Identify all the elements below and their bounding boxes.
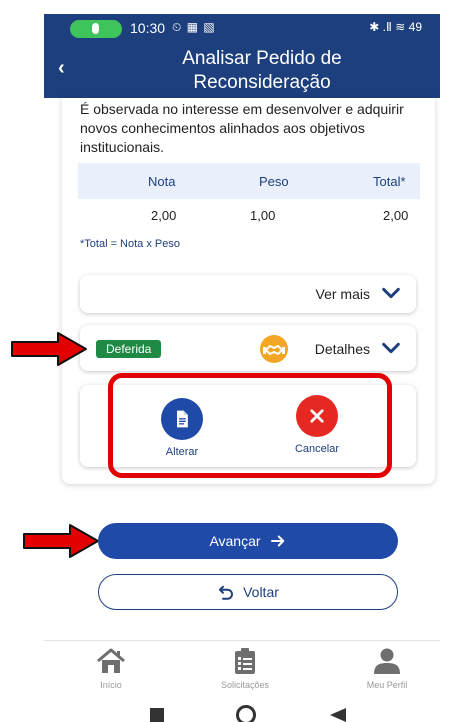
value-total: 2,00 (383, 208, 409, 223)
avancar-label: Avançar (209, 533, 261, 549)
chevron-down-icon (382, 342, 400, 354)
annotation-arrow-icon (23, 524, 99, 558)
avancar-button[interactable]: Avançar (98, 523, 398, 559)
nav-label-solicitacoes: Solicitações (220, 680, 270, 690)
home-icon (66, 648, 156, 674)
annotation-arrow-icon (11, 332, 87, 366)
notification-icons: ⏲ ▦ ▧ (172, 20, 216, 34)
value-peso: 1,00 (250, 208, 276, 223)
handshake-icon (260, 335, 288, 363)
nav-item-meu-perfil[interactable]: Meu Perfil (342, 648, 432, 690)
page-title: Analisar Pedido de Reconsideração (104, 47, 420, 95)
recents-icon[interactable] (150, 708, 164, 722)
status-bar: 10:30 ⏲ ▦ ▧ ✱ .Ⅱ ≋ 49 (44, 14, 440, 44)
chevron-down-icon (382, 287, 400, 299)
nav-item-solicitacoes[interactable]: Solicitações (200, 648, 290, 690)
nav-label-meu-perfil: Meu Perfil (366, 680, 408, 690)
page-title-line-1: Analisar Pedido de (182, 48, 342, 69)
voltar-label: Voltar (243, 584, 279, 600)
ver-mais-label: Ver mais (315, 286, 370, 302)
score-table-header: Nota Peso Total* (78, 163, 420, 199)
ver-mais-toggle[interactable]: Ver mais (80, 275, 416, 313)
bottom-nav-divider (44, 640, 440, 641)
nav-item-inicio[interactable]: Início (66, 648, 156, 690)
voltar-button[interactable]: Voltar (98, 574, 398, 610)
back-triangle-icon[interactable] (330, 708, 346, 722)
header-total: Total* (373, 174, 406, 189)
home-circle-icon[interactable] (236, 705, 256, 722)
header-nota: Nota (148, 174, 176, 189)
system-status-icons: ✱ .Ⅱ ≋ 49 (369, 20, 422, 34)
arrow-right-icon (270, 535, 284, 547)
undo-icon (219, 585, 234, 600)
active-call-pill[interactable] (70, 20, 122, 38)
value-nota: 2,00 (151, 208, 177, 223)
detalhes-label: Detalhes (314, 341, 370, 357)
status-section[interactable]: Deferida Detalhes (80, 325, 416, 371)
nav-label-inicio: Início (100, 680, 122, 690)
header-peso: Peso (259, 174, 289, 189)
status-badge: Deferida (96, 340, 162, 358)
microphone-icon (92, 23, 99, 34)
page-title-line-2: Reconsideração (193, 72, 331, 93)
back-arrow-icon[interactable]: ‹ (58, 57, 65, 80)
status-time: 10:30 (130, 20, 166, 36)
annotation-highlight-frame (108, 373, 392, 478)
total-footnote: *Total = Nota x Peso (80, 238, 180, 250)
clipboard-list-icon (200, 648, 290, 674)
app-header: ‹ Analisar Pedido de Reconsideração (44, 44, 440, 98)
criterion-description: É observada no interesse em desenvolver … (80, 101, 404, 155)
user-icon (342, 648, 432, 674)
